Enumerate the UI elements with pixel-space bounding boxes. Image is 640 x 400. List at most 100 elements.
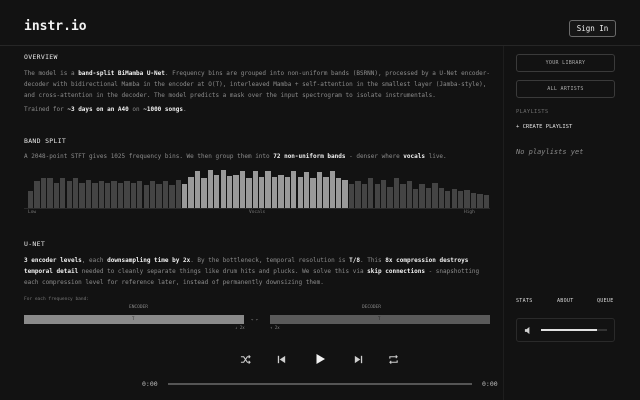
band-split-bars [28,170,490,208]
app-logo[interactable]: instr.io [24,19,87,34]
band-bar [201,177,207,208]
band-bar [246,178,252,208]
previous-icon[interactable] [276,354,287,365]
create-playlist-button[interactable]: + CREATE PLAYLIST [516,124,572,130]
band-bar [220,170,226,208]
band-bar [413,189,419,208]
band-axis-line [24,208,490,209]
band-bar [85,179,92,208]
band-bar [368,177,374,208]
band-bar [291,171,297,208]
band-bar [66,180,72,208]
next-icon[interactable] [353,354,364,365]
band-bar [361,184,368,208]
band-label-vocals: Vocals [249,210,266,215]
seek-bar[interactable] [168,383,472,385]
band-bar [323,176,329,208]
band-bar [53,183,60,208]
band-bar [451,189,457,208]
band-bar [457,190,464,208]
band-bar [477,193,483,208]
band-bar [28,190,34,208]
band-bar [380,179,387,208]
band-bar [149,180,156,208]
band-bar [284,176,291,208]
band-bar [233,174,239,208]
shuffle-icon[interactable] [240,354,251,365]
band-bar [297,176,303,208]
band-bar [252,171,258,208]
training-paragraph: Trained for ~3 days on an A40 on ~1000 s… [24,106,187,113]
band-bar [111,180,117,208]
band-bar [329,171,335,208]
band-bar [303,171,310,208]
band-bar [162,180,169,208]
band-bar [393,178,400,208]
band-bar [316,171,323,208]
band-bar [182,184,188,208]
band-bar [432,183,438,208]
no-playlists-text: No playlists yet [516,148,584,156]
repeat-icon[interactable] [388,354,399,365]
band-bar [188,176,194,208]
band-bar [425,188,432,208]
band-split-paragraph: A 2048-point STFT gives 1025 frequency b… [24,153,447,160]
sidebar [503,46,640,400]
band-bar [310,178,316,208]
band-bar [355,180,361,208]
band-bar [60,177,66,208]
unet-caption: For each frequency band: [24,297,90,302]
band-bar [47,178,53,208]
your-library-button[interactable]: YOUR LIBRARY [516,54,615,72]
current-time: 0:00 [142,380,158,388]
band-bar [194,171,201,208]
band-bar [483,194,489,208]
band-bar [226,175,233,208]
overview-paragraph: The model is a band-split BiMamba U-Net.… [24,70,490,99]
band-bar [400,184,406,208]
decoder-upsample-label: ↑ 2x [270,325,280,330]
band-bar [79,183,85,208]
volume-slider[interactable] [541,329,607,331]
tab-about[interactable]: ABOUT [557,298,574,304]
band-bar [143,185,149,208]
band-bar [34,180,40,208]
volume-panel [516,318,615,342]
all-artists-button[interactable]: ALL ARTISTS [516,80,615,98]
band-bar [374,184,380,208]
band-bar [40,178,47,208]
band-bar [207,170,214,208]
band-bar [271,176,278,208]
unet-heading: U-NET [24,240,46,248]
skip-arrows: → ← [251,317,259,322]
tab-stats[interactable]: STATS [516,298,533,304]
band-label-low: Low [28,210,37,215]
band-bar [92,183,98,208]
band-bar [342,179,348,208]
play-icon[interactable] [314,353,326,365]
encoder-label: ENCODER [129,305,148,310]
speaker-icon[interactable] [524,326,533,335]
band-bar [387,187,393,208]
band-bar [464,189,470,208]
band-bar [98,180,104,208]
band-bar [259,176,265,208]
encoder-downsample-label: ↓ 2x [235,325,245,330]
band-bar [470,192,477,208]
decoder-bar: T [270,315,490,324]
band-bar [239,171,246,208]
band-bar [406,180,412,208]
encoder-bar: T [24,315,244,324]
tab-queue[interactable]: QUEUE [597,298,614,304]
band-bar [130,183,137,208]
band-bar [419,184,425,208]
band-bar [105,183,111,208]
band-bar [278,174,284,208]
band-bar [117,183,124,208]
band-bar [336,178,342,208]
total-time: 0:00 [482,380,498,388]
decoder-t-label: T [378,316,381,321]
sign-in-button[interactable]: Sign In [569,20,616,37]
band-bar [445,190,451,208]
encoder-t-label: T [132,316,135,321]
